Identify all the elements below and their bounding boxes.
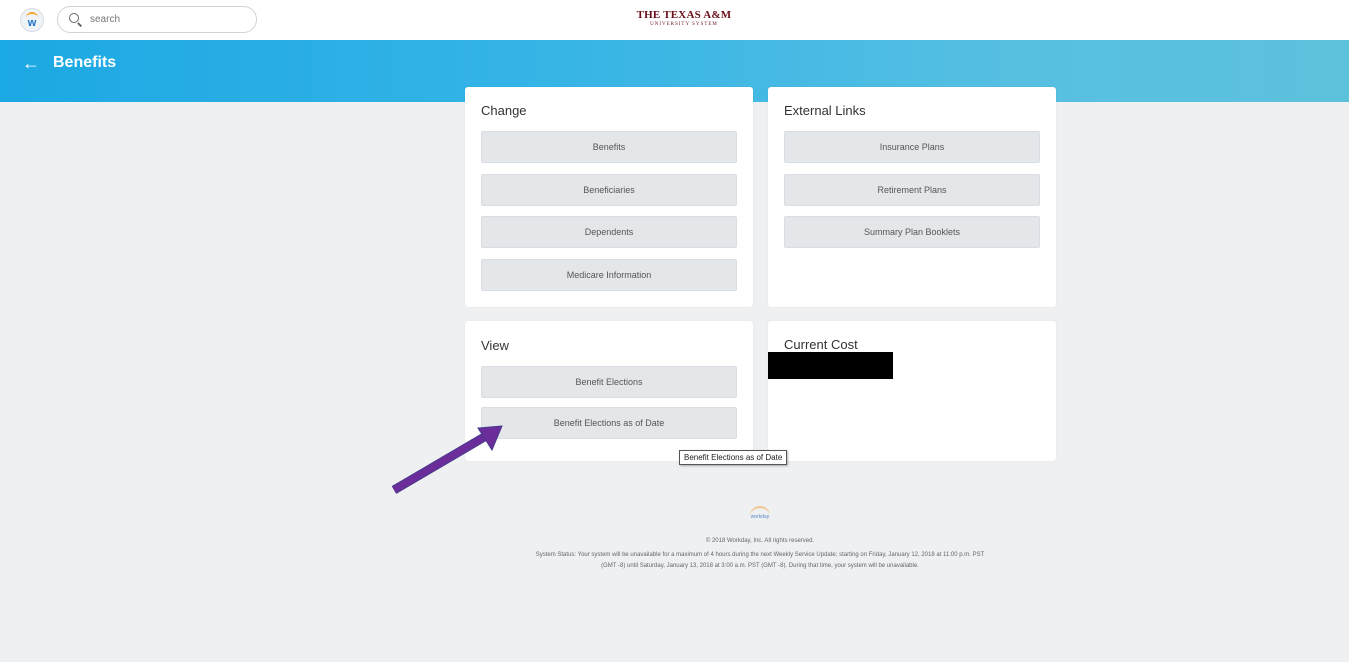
brand-title: THE TEXAS A&M (636, 9, 732, 21)
benefit-elections-button[interactable]: Benefit Elections (481, 366, 737, 398)
organization-logo: THE TEXAS A&M UNIVERSITY SYSTEM (624, 9, 744, 28)
insurance-plans-link[interactable]: Insurance Plans (784, 131, 1040, 163)
change-card-title: Change (481, 103, 527, 118)
view-card-title: View (481, 338, 509, 353)
search-box[interactable] (57, 6, 257, 33)
copyright-text: © 2018 Workday, Inc. All rights reserved… (705, 538, 815, 544)
change-medicare-information-button[interactable]: Medicare Information (481, 259, 737, 291)
search-input[interactable] (90, 14, 240, 25)
back-arrow-icon[interactable]: ← (22, 53, 40, 74)
footer-logo-word: workday (750, 514, 770, 520)
brand-subtitle: UNIVERSITY SYSTEM (650, 22, 718, 27)
external-links-card-title: External Links (784, 103, 866, 118)
summary-plan-booklets-link[interactable]: Summary Plan Booklets (784, 216, 1040, 248)
current-cost-card-title: Current Cost (784, 337, 858, 352)
workday-logo-icon[interactable]: w (20, 8, 44, 32)
system-status-text: System Status: Your system will be unava… (535, 552, 985, 570)
change-dependents-button[interactable]: Dependents (481, 216, 737, 248)
change-beneficiaries-button[interactable]: Beneficiaries (481, 174, 737, 206)
change-benefits-button[interactable]: Benefits (481, 131, 737, 163)
external-links-card: External Links Insurance Plans Retiremen… (768, 87, 1056, 307)
change-card: Change Benefits Beneficiaries Dependents… (465, 87, 753, 307)
footer: workday © 2018 Workday, Inc. All rights … (464, 504, 1056, 573)
search-icon (68, 12, 84, 28)
retirement-plans-link[interactable]: Retirement Plans (784, 174, 1040, 206)
annotation-arrow-icon (391, 425, 503, 494)
workday-footer-logo-icon: workday (744, 504, 776, 524)
benefit-elections-as-of-date-button[interactable]: Benefit Elections as of Date (481, 407, 737, 439)
page-title: Benefits (53, 54, 117, 71)
redacted-cost-value (768, 352, 893, 379)
current-cost-card: Current Cost (768, 321, 1056, 461)
top-bar: w THE TEXAS A&M UNIVERSITY SYSTEM (0, 0, 1349, 40)
tooltip: Benefit Elections as of Date (679, 450, 788, 465)
